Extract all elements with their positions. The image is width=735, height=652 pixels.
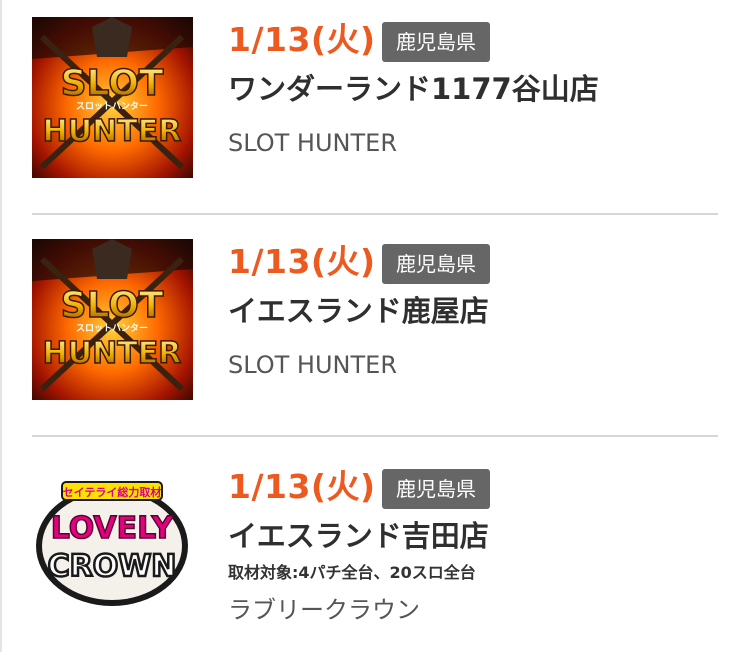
logo-small-text: セイテライ総力取材: [63, 485, 162, 499]
prefecture-badge: 鹿児島県: [382, 469, 490, 509]
slot-hunter-logo: SLOT スロットハンター HUNTER: [32, 17, 193, 178]
event-date: 1/13(火): [228, 467, 376, 506]
machine-name: SLOT HUNTER: [228, 129, 397, 157]
slot-hunter-logo: SLOT スロットハンター HUNTER: [32, 239, 193, 400]
machine-name: ラブリークラウン: [228, 596, 420, 624]
store-name[interactable]: ワンダーランド1177谷山店: [228, 69, 599, 109]
lovely-crown-logo: セイテライ総力取材 LOVELY CROWN: [32, 464, 193, 625]
left-border: [0, 0, 2, 652]
divider: [32, 435, 718, 437]
store-name[interactable]: イエスランド鹿屋店: [228, 291, 489, 331]
lovely-crown-thumbnail[interactable]: セイテライ総力取材 LOVELY CROWN: [32, 464, 193, 625]
slot-hunter-thumbnail[interactable]: SLOT スロットハンター HUNTER: [32, 239, 193, 400]
prefecture-badge: 鹿児島県: [382, 22, 490, 62]
logo-word-slot: SLOT: [61, 63, 164, 104]
machine-name: SLOT HUNTER: [228, 351, 397, 379]
event-date: 1/13(火): [228, 242, 376, 281]
event-card[interactable]: SLOT スロットハンター HUNTER 1/13(火) 鹿児島県 ワンダーラン…: [32, 17, 718, 179]
store-name[interactable]: イエスランド吉田店: [228, 516, 489, 556]
logo-word-hunter: HUNTER: [43, 114, 182, 149]
logo-word-crown: CROWN: [48, 549, 177, 584]
divider: [32, 213, 718, 215]
slot-hunter-thumbnail[interactable]: SLOT スロットハンター HUNTER: [32, 17, 193, 178]
logo-small-text: スロットハンター: [76, 322, 148, 334]
event-card[interactable]: セイテライ総力取材 LOVELY CROWN 1/13(火) 鹿児島県 イエスラ…: [32, 464, 718, 626]
event-date: 1/13(火): [228, 20, 376, 59]
logo-small-text: スロットハンター: [76, 100, 148, 112]
prefecture-badge: 鹿児島県: [382, 244, 490, 284]
coverage-note: 取材対象:4パチ全台、20スロ全台: [228, 563, 476, 582]
event-card[interactable]: SLOT スロットハンター HUNTER 1/13(火) 鹿児島県 イエスランド…: [32, 239, 718, 401]
logo-word-slot: SLOT: [61, 285, 164, 326]
logo-word-hunter: HUNTER: [43, 336, 182, 371]
logo-word-lovely: LOVELY: [51, 511, 175, 546]
